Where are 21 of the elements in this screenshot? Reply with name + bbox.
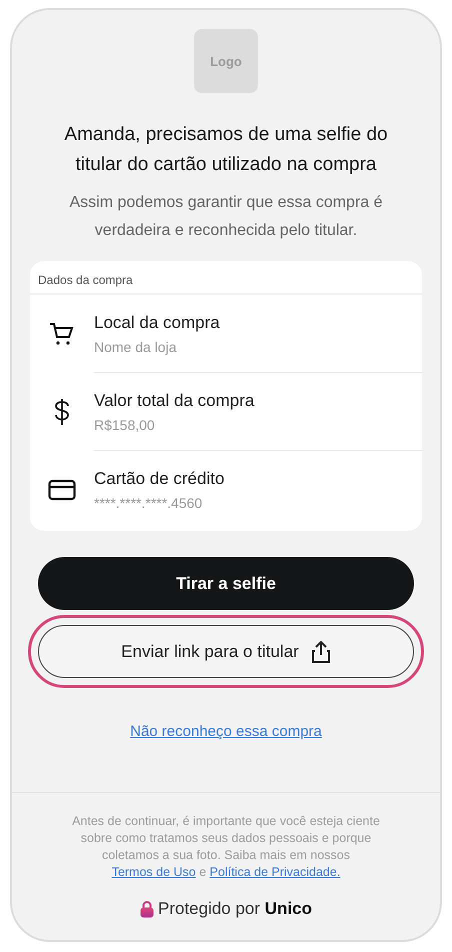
subtitle: Assim podemos garantir que essa compra é verdadeira e reconhecida pelo titular. [68, 193, 384, 241]
lock-icon [140, 900, 154, 918]
terms-link[interactable]: Termos de Uso [112, 865, 196, 879]
protected-by-text: Protegido por Unico [158, 899, 312, 919]
cart-icon [49, 321, 75, 347]
logo-text: Logo [210, 54, 242, 68]
dollar-icon [53, 398, 71, 426]
row-label: Valor total da compra [94, 390, 256, 410]
card-heading: Dados da compra [30, 261, 422, 295]
row-label: Cartão de crédito [94, 469, 226, 489]
privacy-disclaimer: Antes de continuar, é importante que você esteja ciente sobre como tratamos seus dados pessoais e porque coletamos a sua foto. Saiba mais em nossos Termos de Uso e Política de Privacidade. [71, 813, 381, 881]
credit-card-icon [48, 479, 76, 501]
row-value: R$158,00 [94, 416, 156, 432]
privacy-policy-link[interactable]: Política de Privacidade. [210, 865, 340, 879]
selfie-button[interactable]: Tirar a selfie [38, 557, 414, 610]
share-icon [310, 640, 331, 662]
deny-purchase-link[interactable]: Não reconheço essa compra [130, 723, 322, 740]
heading: Amanda, precisamos de uma selfie do titular do cartão utilizado na compra [63, 123, 389, 177]
row-value: ****.****.****.4560 [94, 495, 204, 511]
row-label: Local da compra [94, 312, 221, 332]
row-value: Nome da loja [94, 338, 178, 354]
